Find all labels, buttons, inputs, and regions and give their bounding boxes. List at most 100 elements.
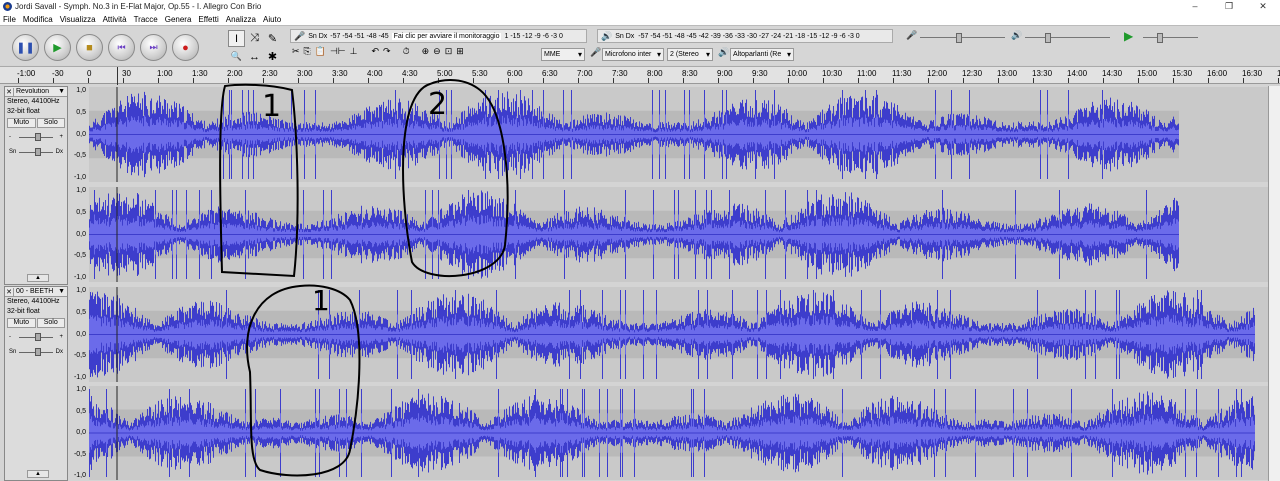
menu-analizza[interactable]: Analizza bbox=[226, 15, 256, 24]
pan-slider[interactable]: Sn Dx bbox=[7, 346, 65, 358]
skip-to-start-button[interactable]: ⏮ bbox=[108, 34, 135, 61]
undo-icon[interactable]: ↶ bbox=[372, 46, 380, 57]
menu-tracce[interactable]: Tracce bbox=[134, 15, 158, 24]
multi-tool-icon[interactable]: ✱ bbox=[264, 48, 281, 65]
track-format: Stereo, 44100Hz bbox=[7, 98, 60, 105]
ruler-tick-label: 2:30 bbox=[262, 69, 278, 83]
pause-button[interactable]: ❚❚ bbox=[12, 34, 39, 61]
track-control-panel: ✕ Revolution ▼ Stereo, 44100Hz 32-bit fl… bbox=[4, 86, 68, 285]
pan-slider[interactable]: Sn Dx bbox=[7, 146, 65, 158]
amplitude-tick-label: 0,0 bbox=[76, 230, 86, 238]
waveform-channel[interactable] bbox=[89, 386, 1268, 480]
close-track-icon[interactable]: ✕ bbox=[5, 87, 14, 96]
recording-device-select[interactable]: Microfono inter bbox=[602, 48, 664, 61]
menu-bar: File Modifica Visualizza Attività Tracce… bbox=[0, 13, 1280, 25]
maximize-button[interactable]: ❐ bbox=[1212, 0, 1246, 13]
menu-file[interactable]: File bbox=[3, 15, 16, 24]
ruler-tick-label: 0 bbox=[87, 69, 92, 83]
playback-device-select[interactable]: Altoparlanti (Re bbox=[730, 48, 794, 61]
vertical-scrollbar[interactable] bbox=[1268, 86, 1280, 481]
track-name-bar[interactable]: ✕ 00 - BEETH ▼ bbox=[5, 287, 67, 297]
audio-host-select[interactable]: MME bbox=[541, 48, 585, 61]
selection-tool-icon[interactable]: I bbox=[228, 30, 245, 47]
skip-to-end-button[interactable]: ⏭ bbox=[140, 34, 167, 61]
silence-icon[interactable]: ⊥ bbox=[350, 46, 358, 57]
menu-effetti[interactable]: Effetti bbox=[198, 15, 218, 24]
menu-modifica[interactable]: Modifica bbox=[23, 15, 53, 24]
solo-button[interactable]: Solo bbox=[36, 318, 65, 328]
cut-icon[interactable]: ✂ bbox=[292, 46, 300, 57]
waveform-channel[interactable] bbox=[89, 287, 1268, 382]
play-at-speed-icon[interactable]: ▶ bbox=[1124, 29, 1133, 43]
solo-button[interactable]: Solo bbox=[36, 118, 65, 128]
ruler-tick-label: 7:30 bbox=[612, 69, 628, 83]
monitoring-hint[interactable]: Fai clic per avviare il monitoraggio bbox=[391, 32, 502, 40]
menu-genera[interactable]: Genera bbox=[165, 15, 192, 24]
trim-icon[interactable]: ⊣⊢ bbox=[330, 46, 346, 57]
menu-visualizza[interactable]: Visualizza bbox=[60, 15, 96, 24]
menu-aiuto[interactable]: Aiuto bbox=[263, 15, 281, 24]
playhead-marker[interactable] bbox=[117, 67, 118, 85]
ruler-tick-label: 10:00 bbox=[787, 69, 808, 83]
sync-lock-icon[interactable]: ⏱ bbox=[403, 46, 410, 57]
channels-select[interactable]: 2 (Stereo bbox=[667, 48, 713, 61]
rec-meter-scale: 1 -15 -12 -9 -6 -3 0 bbox=[504, 32, 563, 40]
track-name-bar[interactable]: ✕ Revolution ▼ bbox=[5, 87, 67, 97]
amplitude-tick-label: 1,0 bbox=[76, 386, 86, 393]
redo-icon[interactable]: ↷ bbox=[383, 46, 391, 57]
ruler-tick-label: -30 bbox=[52, 69, 64, 83]
amplitude-tick-label: -0,5 bbox=[73, 152, 86, 160]
ruler-tick-label: 11:00 bbox=[857, 69, 877, 83]
fit-selection-icon[interactable]: ⊡ bbox=[445, 46, 453, 57]
copy-icon[interactable]: ⎘ bbox=[304, 46, 311, 57]
zoom-tool-icon[interactable]: 🔍 bbox=[228, 48, 245, 65]
close-button[interactable]: ✕ bbox=[1246, 0, 1280, 13]
waveform-channel[interactable] bbox=[89, 187, 1268, 282]
track-name[interactable]: Revolution bbox=[14, 88, 58, 95]
menu-attivita[interactable]: Attività bbox=[103, 15, 127, 24]
ruler-tick-label: 16:30 bbox=[1242, 69, 1263, 83]
time-shift-tool-icon[interactable]: ↔ bbox=[246, 48, 263, 65]
ruler-tick-label: 30 bbox=[122, 69, 131, 83]
close-track-icon[interactable]: ✕ bbox=[5, 287, 14, 296]
playback-meter[interactable]: 🔊 Sn Dx -57 -54 -51 -48 -45 -42 -39 -36 … bbox=[597, 29, 893, 43]
track-name[interactable]: 00 - BEETH bbox=[14, 288, 58, 295]
play-button[interactable]: ▶ bbox=[44, 34, 71, 61]
pan-left-label: Sn bbox=[9, 349, 17, 355]
envelope-tool-icon[interactable]: ⤨ bbox=[246, 30, 263, 47]
draw-tool-icon[interactable]: ✎ bbox=[264, 30, 281, 47]
collapse-track-button[interactable]: ▲ bbox=[27, 470, 49, 478]
track-format: Stereo, 44100Hz bbox=[7, 298, 60, 305]
paste-icon[interactable]: 📋 bbox=[315, 46, 326, 57]
playback-volume-slider[interactable] bbox=[1025, 32, 1110, 44]
mute-button[interactable]: Muto bbox=[7, 118, 36, 128]
ruler-tick-label: 11:30 bbox=[892, 69, 912, 83]
window-controls: – ❐ ✕ bbox=[1178, 0, 1280, 13]
play-meter-channels: Sn Dx bbox=[615, 32, 635, 40]
minimize-button[interactable]: – bbox=[1178, 0, 1212, 13]
track-menu-arrow-icon[interactable]: ▼ bbox=[58, 288, 67, 295]
record-button[interactable]: ● bbox=[172, 34, 199, 61]
amplitude-tick-label: -0,5 bbox=[73, 252, 86, 260]
recording-volume-slider[interactable] bbox=[920, 32, 1005, 44]
play-at-speed-slider[interactable] bbox=[1143, 32, 1198, 44]
zoom-in-icon[interactable]: ⊕ bbox=[422, 46, 430, 57]
track-control-panel: ✕ 00 - BEETH ▼ Stereo, 44100Hz 32-bit fl… bbox=[4, 286, 68, 481]
amplitude-tick-label: 0,5 bbox=[76, 308, 86, 316]
recording-meter[interactable]: 🎤 Sn Dx -57 -54 -51 -48 -45 Fai clic per… bbox=[290, 29, 587, 43]
mute-button[interactable]: Muto bbox=[7, 318, 36, 328]
stop-button[interactable]: ■ bbox=[76, 34, 103, 61]
ruler-tick-label: 1:00 bbox=[157, 69, 173, 83]
track-menu-arrow-icon[interactable]: ▼ bbox=[58, 88, 67, 95]
edit-toolbar: ✂ ⎘ 📋 ⊣⊢ ⊥ ↶ ↷ ⏱ ⊕ ⊖ ⊡ ⊞ bbox=[292, 46, 464, 57]
gain-slider[interactable]: - + bbox=[7, 131, 65, 143]
amplitude-tick-label: 0,0 bbox=[76, 330, 86, 338]
fit-project-icon[interactable]: ⊞ bbox=[456, 46, 464, 57]
waveform-channel[interactable] bbox=[89, 87, 1268, 182]
amplitude-tick-label: -1,0 bbox=[73, 174, 86, 181]
amplitude-tick-label: 1,0 bbox=[76, 87, 86, 94]
gain-slider[interactable]: - + bbox=[7, 331, 65, 343]
collapse-track-button[interactable]: ▲ bbox=[27, 274, 49, 282]
zoom-out-icon[interactable]: ⊖ bbox=[433, 46, 441, 57]
timeline-ruler[interactable]: -1:00 -30 0 30 1:00 1:30 2:00 2:30 3:00 3:30 4:00 4… bbox=[0, 66, 1280, 85]
